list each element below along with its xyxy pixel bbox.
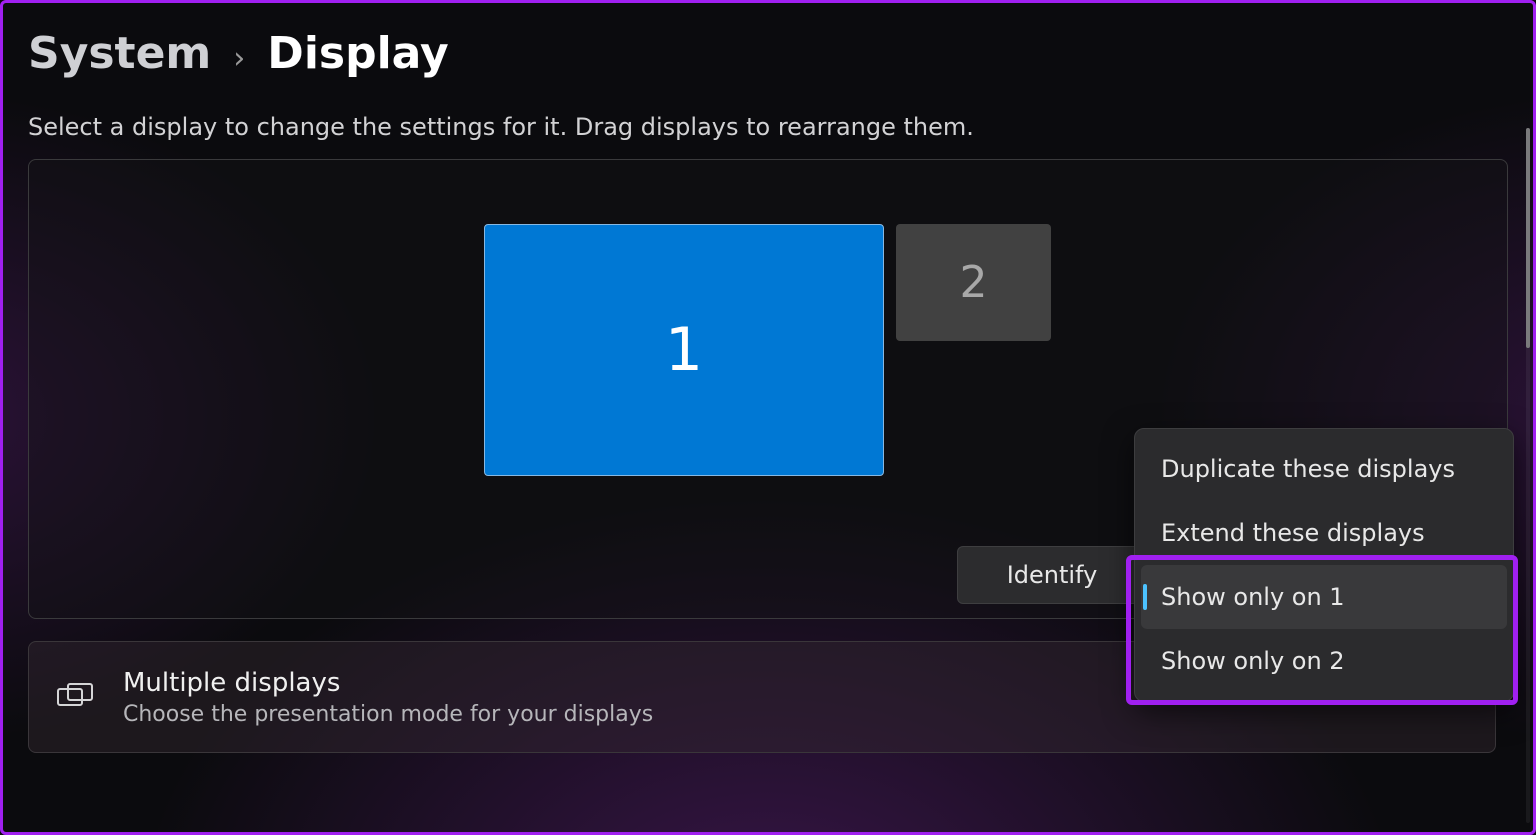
helper-text: Select a display to change the settings … xyxy=(28,113,1508,141)
page-title: Display xyxy=(267,28,448,79)
display-settings-page: System › Display Select a display to cha… xyxy=(0,0,1536,835)
menu-item-extend[interactable]: Extend these displays xyxy=(1141,501,1507,565)
chevron-right-icon: › xyxy=(233,41,245,76)
menu-item-show-only-2[interactable]: Show only on 2 xyxy=(1141,629,1507,693)
monitor-1-label: 1 xyxy=(665,315,703,385)
monitor-2[interactable]: 2 xyxy=(896,224,1051,341)
breadcrumb: System › Display xyxy=(28,28,1508,79)
identify-button[interactable]: Identify xyxy=(957,546,1147,604)
multiple-displays-icon xyxy=(55,683,95,711)
monitor-1[interactable]: 1 xyxy=(484,224,884,476)
identify-button-label: Identify xyxy=(1007,561,1098,589)
monitor-2-label: 2 xyxy=(960,257,988,308)
projection-mode-menu: Duplicate these displays Extend these di… xyxy=(1134,428,1514,702)
multiple-displays-subtitle: Choose the presentation mode for your di… xyxy=(123,702,1405,727)
breadcrumb-parent[interactable]: System xyxy=(28,28,211,79)
menu-item-duplicate[interactable]: Duplicate these displays xyxy=(1141,437,1507,501)
menu-item-show-only-1[interactable]: Show only on 1 xyxy=(1141,565,1507,629)
